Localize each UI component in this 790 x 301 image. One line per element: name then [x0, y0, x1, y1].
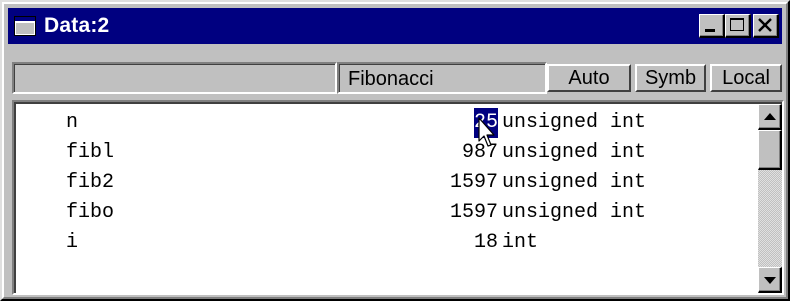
symb-button[interactable]: Symb [635, 64, 706, 92]
variable-name: i [66, 231, 79, 254]
variable-type: unsigned int [502, 171, 647, 194]
window-title: Data:2 [44, 14, 110, 37]
variable-name: fib2 [66, 171, 115, 194]
variable-type: unsigned int [502, 141, 647, 164]
title-bar[interactable]: Data:2 [8, 8, 782, 44]
arrow-up-icon [764, 113, 776, 120]
window-icon[interactable] [14, 16, 36, 36]
variable-row[interactable]: fib2 1597 unsigned int [16, 168, 764, 198]
close-button[interactable] [753, 14, 779, 38]
context-field[interactable] [12, 62, 337, 94]
variable-value[interactable]: 1597 [450, 168, 498, 198]
function-name: Fibonacci [348, 68, 434, 90]
variable-name: fibl [66, 141, 115, 164]
auto-button[interactable]: Auto [547, 64, 631, 92]
minimize-button[interactable] [699, 14, 725, 38]
arrow-down-icon [764, 277, 776, 284]
scroll-up-button[interactable] [758, 104, 782, 130]
variable-row[interactable]: n 25 unsigned int [16, 108, 764, 138]
variable-list: n 25 unsigned int fibl 987 unsigned int … [16, 104, 764, 293]
variables-pane: n 25 unsigned int fibl 987 unsigned int … [12, 100, 784, 295]
variable-row[interactable]: fibl 987 unsigned int [16, 138, 764, 168]
variable-type: unsigned int [502, 201, 647, 224]
variable-value[interactable]: 18 [474, 228, 498, 258]
function-name-field[interactable]: Fibonacci [337, 62, 547, 94]
variable-row[interactable]: i 18 int [16, 228, 764, 258]
variable-name: fibo [66, 201, 115, 224]
variable-value[interactable]: 25 [473, 108, 498, 138]
variable-row[interactable]: fibo 1597 unsigned int [16, 198, 764, 228]
scroll-down-button[interactable] [758, 267, 782, 293]
vertical-scrollbar[interactable] [758, 104, 782, 293]
minimize-icon [705, 29, 715, 32]
variable-name: n [66, 111, 79, 134]
data-header-bar: Fibonacci Auto Symb Local [12, 62, 782, 94]
data-window: Data:2 Fibonacci Auto Symb Local n 25 un… [0, 0, 790, 301]
variable-type: int [502, 231, 539, 254]
variable-type: unsigned int [502, 111, 647, 134]
local-button[interactable]: Local [710, 64, 782, 92]
variable-value[interactable]: 987 [462, 138, 498, 168]
scroll-thumb[interactable] [758, 130, 782, 170]
window-frame: Data:2 Fibonacci Auto Symb Local n 25 un… [2, 2, 788, 299]
maximize-icon [730, 18, 744, 31]
maximize-button[interactable] [725, 14, 751, 38]
close-icon [758, 18, 772, 32]
variable-value[interactable]: 1597 [450, 198, 498, 228]
